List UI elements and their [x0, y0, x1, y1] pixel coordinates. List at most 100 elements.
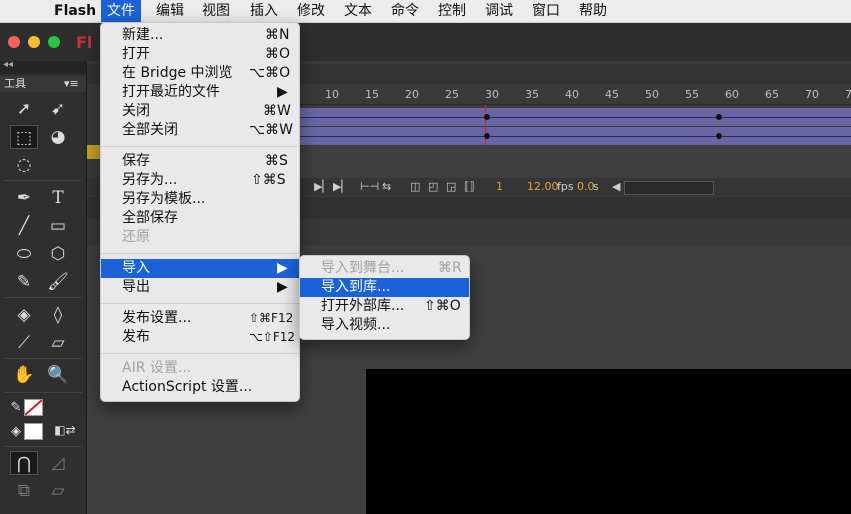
menu-item-save[interactable]: 保存 ⌘S: [101, 152, 299, 171]
oval-tool-icon[interactable]: ⬭: [10, 242, 38, 266]
apple-icon[interactable]: [14, 0, 26, 22]
menu-item-new[interactable]: 新建... ⌘N: [101, 26, 299, 45]
hand-tool-icon[interactable]: ✋: [10, 363, 38, 387]
menu-item-publish-settings[interactable]: 发布设置... ⇧⌘F12: [101, 309, 299, 328]
menu-item-open-recent[interactable]: 打开最近的文件 ▶: [101, 83, 299, 102]
snap-to-objects-icon[interactable]: ⋂: [10, 451, 38, 475]
menu-item-browse-in-bridge[interactable]: 在 Bridge 中浏览 ⌥⌘O: [101, 64, 299, 83]
menu-view[interactable]: 视图: [196, 0, 236, 22]
timeline-scrollbar[interactable]: [624, 181, 714, 195]
menu-separator: [101, 353, 299, 354]
menu-item-import[interactable]: 导入 ▶: [101, 259, 299, 278]
menu-item-open[interactable]: 打开 ⌘O: [101, 45, 299, 64]
elapsed-time[interactable]: 0.0: [577, 180, 595, 193]
keyframe-dot[interactable]: [716, 114, 722, 120]
minimize-window-button[interactable]: [28, 36, 40, 48]
keyframe-dot[interactable]: [484, 114, 490, 120]
edit-multiple-icon[interactable]: ◲: [446, 180, 456, 193]
line-tool-icon[interactable]: ╱: [10, 214, 38, 238]
menu-item-save-as-template[interactable]: 另存为模板...: [101, 190, 299, 209]
pencil-tool-icon[interactable]: ✎: [10, 270, 38, 294]
menu-insert[interactable]: 插入: [244, 0, 284, 22]
time-unit: s: [593, 180, 599, 193]
menu-help[interactable]: 帮助: [573, 0, 613, 22]
swap-colors-icon[interactable]: ◧⇄: [50, 418, 80, 442]
eraser-tool-icon[interactable]: ▱: [44, 331, 72, 355]
menu-debug[interactable]: 调试: [479, 0, 519, 22]
flash-logo: Fl: [76, 33, 93, 52]
menu-item-air-settings: AIR 设置...: [122, 360, 192, 376]
menu-item-import-video[interactable]: 导入视频...: [300, 316, 469, 335]
menu-item-open-external-library[interactable]: 打开外部库... ⇧⌘O: [300, 297, 469, 316]
ruler-tick: 50: [645, 88, 659, 101]
pen-tool-icon[interactable]: ✒: [10, 186, 38, 210]
stroke-color-swatch[interactable]: [24, 399, 43, 416]
smooth-icon[interactable]: ◿: [44, 451, 72, 475]
center-frame-icon[interactable]: ⊢⊣: [360, 180, 379, 193]
current-frame[interactable]: 1: [496, 180, 503, 193]
menu-separator: [101, 146, 299, 147]
subselection-tool-icon[interactable]: ➹: [44, 97, 72, 121]
rectangle-tool-icon[interactable]: ▭: [44, 214, 72, 238]
zoom-window-button[interactable]: [48, 36, 60, 48]
3d-rotation-tool-icon[interactable]: ◕: [44, 125, 72, 149]
menu-item-publish[interactable]: 发布 ⌥⇧F12: [101, 328, 299, 347]
menu-edit[interactable]: 编辑: [150, 0, 190, 22]
menu-text[interactable]: 文本: [338, 0, 378, 22]
menu-window[interactable]: 窗口: [526, 0, 566, 22]
menu-item-save-all[interactable]: 全部保存: [101, 209, 299, 228]
step-forward-icon[interactable]: ▶▏: [333, 180, 350, 193]
play-icon[interactable]: ▶▏: [314, 180, 331, 193]
menu-item-actionscript-settings[interactable]: ActionScript 设置...: [101, 378, 299, 397]
ruler-tick: 75: [845, 88, 851, 101]
onion-skin-icon[interactable]: ◫: [410, 180, 420, 193]
ruler-tick: 45: [605, 88, 619, 101]
ruler-tick: 55: [685, 88, 699, 101]
menu-item-close[interactable]: 关闭 ⌘W: [101, 102, 299, 121]
tween-line: [297, 117, 851, 118]
brush-tool-icon[interactable]: 🖌: [44, 270, 72, 294]
close-window-button[interactable]: [8, 36, 20, 48]
menu-bar: Flash 文件 编辑 视图 插入 修改 文本 命令 控制 调试 窗口 帮助: [0, 0, 851, 23]
zoom-tool-icon[interactable]: 🔍: [44, 363, 72, 387]
import-submenu: 导入到舞台... ⌘R 导入到库... 打开外部库... ⇧⌘O 导入视频...: [299, 255, 470, 340]
polystar-tool-icon[interactable]: ⬡: [44, 242, 72, 266]
keyframe-dot[interactable]: [716, 133, 722, 139]
keyframe-dot[interactable]: [484, 133, 490, 139]
lasso-tool-icon[interactable]: ◌: [10, 153, 38, 177]
onion-markers-icon[interactable]: ⟦⟧: [464, 180, 475, 193]
menu-modify[interactable]: 修改: [291, 0, 331, 22]
ink-bottle-tool-icon[interactable]: ◊: [44, 303, 72, 327]
ruler-tick: 30: [485, 88, 499, 101]
straighten-icon[interactable]: ⧉: [10, 479, 38, 503]
panel-menu-icon[interactable]: ▾≡: [64, 76, 79, 92]
menu-item-import-to-stage: 导入到舞台... ⌘R: [321, 260, 462, 276]
menu-commands[interactable]: 命令: [385, 0, 425, 22]
ruler-tick: 60: [725, 88, 739, 101]
fill-color-swatch[interactable]: [24, 423, 43, 440]
eyedropper-tool-icon[interactable]: ⟋: [10, 331, 38, 355]
tools-collapse-bar[interactable]: ◂◂: [0, 59, 86, 74]
text-tool-icon[interactable]: T: [44, 186, 72, 210]
ruler-tick: 15: [365, 88, 379, 101]
free-transform-tool-icon[interactable]: ⬚: [10, 125, 38, 149]
selection-tool-icon[interactable]: ➚: [10, 97, 38, 121]
stage-canvas[interactable]: [366, 369, 851, 514]
paint-bucket-tool-icon[interactable]: ◈: [10, 303, 38, 327]
no-color-icon: [24, 399, 43, 416]
collapse-icon[interactable]: ◂◂: [3, 59, 13, 70]
ruler-tick: 25: [445, 88, 459, 101]
menu-item-import-to-library[interactable]: 导入到库...: [300, 278, 469, 297]
playhead[interactable]: [485, 105, 486, 147]
menu-item-export[interactable]: 导出 ▶: [101, 278, 299, 297]
onion-outline-icon[interactable]: ◰: [428, 180, 438, 193]
app-menu-flash[interactable]: Flash: [48, 0, 102, 22]
scroll-left-icon[interactable]: ◀: [612, 180, 620, 193]
distort-icon[interactable]: ▱: [44, 479, 72, 503]
menu-control[interactable]: 控制: [432, 0, 472, 22]
menu-item-save-as[interactable]: 另存为... ⇧⌘S: [101, 171, 299, 190]
frame-rate[interactable]: 12.00: [527, 180, 559, 193]
loop-icon[interactable]: ⇆: [382, 180, 391, 193]
menu-item-close-all[interactable]: 全部关闭 ⌥⌘W: [101, 121, 299, 140]
menu-file[interactable]: 文件: [101, 0, 141, 22]
